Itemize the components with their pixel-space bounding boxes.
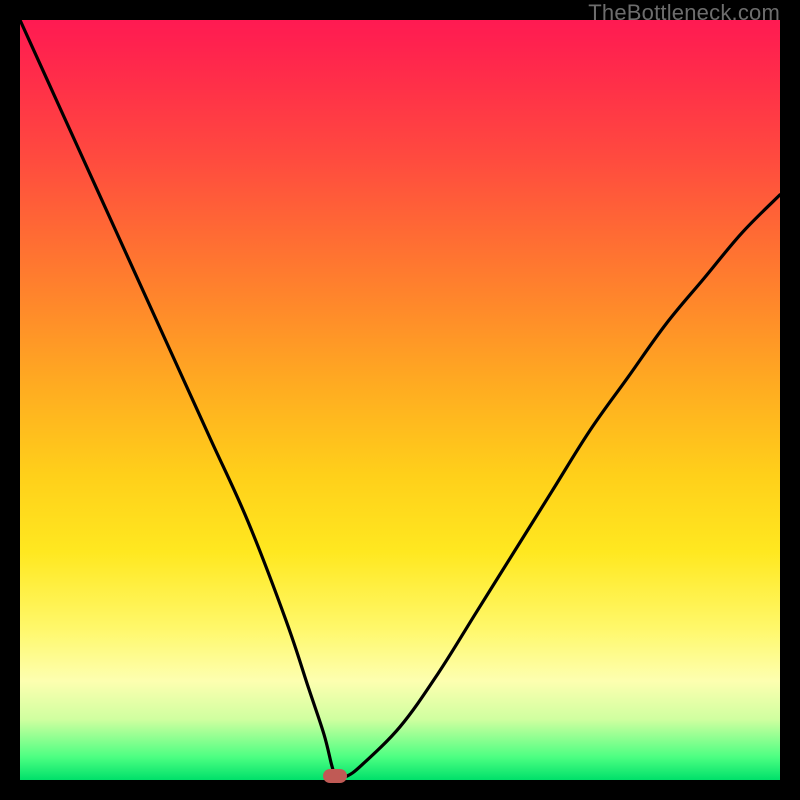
chart-frame: TheBottleneck.com <box>0 0 800 800</box>
plot-area <box>20 20 780 780</box>
bottleneck-curve <box>20 20 780 780</box>
optimal-point-marker <box>323 769 347 783</box>
